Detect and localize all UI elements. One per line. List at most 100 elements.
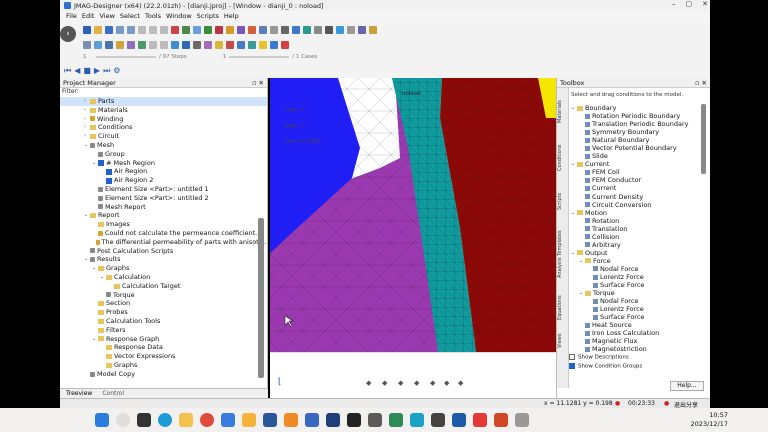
- tree-item[interactable]: ⌄ Response Graph: [60, 335, 267, 344]
- step-slider[interactable]: [96, 56, 156, 58]
- menu-edit[interactable]: Edit: [82, 12, 95, 20]
- view-back-icon[interactable]: ◆: [382, 379, 387, 387]
- toolbox-item[interactable]: Translation Periodic Boundary: [571, 120, 699, 128]
- view-bottom-icon[interactable]: ◆: [444, 379, 449, 387]
- collapse-side-button[interactable]: ‹: [60, 26, 76, 42]
- toolbox-item[interactable]: Lorentz Force: [571, 305, 699, 313]
- stop-icon[interactable]: ■: [83, 66, 91, 75]
- tree-item[interactable]: Filters: [60, 326, 267, 335]
- run-icon[interactable]: [204, 25, 212, 34]
- zoom-icon[interactable]: [325, 25, 333, 34]
- results-icon[interactable]: [226, 25, 234, 34]
- filter-field[interactable]: Filter:: [60, 88, 267, 97]
- toolbox-item[interactable]: Surface Force: [571, 313, 699, 321]
- system-clock[interactable]: 10:57 2023/12/17: [691, 411, 728, 429]
- youdao-icon[interactable]: [473, 413, 487, 427]
- edit-app-icon[interactable]: [347, 413, 361, 427]
- axis-icon[interactable]: [237, 40, 245, 49]
- search-icon[interactable]: [116, 413, 130, 427]
- pan-icon[interactable]: [314, 25, 322, 34]
- tree-item[interactable]: Model Copy: [60, 370, 267, 379]
- tree-item[interactable]: Element Size <Part>: untitled 2: [60, 194, 267, 203]
- tree-item[interactable]: The differential permeability of parts w…: [60, 238, 267, 247]
- panel-pin-icon[interactable]: ▫ ✕: [252, 79, 264, 87]
- menu-window[interactable]: Window: [166, 12, 192, 20]
- grid-icon[interactable]: [347, 25, 355, 34]
- undo-icon[interactable]: [116, 25, 124, 34]
- graph-icon[interactable]: [237, 25, 245, 34]
- toolbox-item[interactable]: Current: [571, 184, 699, 192]
- toolbox-item[interactable]: Lorentz Force: [571, 273, 699, 281]
- previous-step-icon[interactable]: ◀: [74, 66, 80, 75]
- tree-item[interactable]: Post Calculation Scripts: [60, 247, 267, 256]
- redo-icon[interactable]: [127, 25, 135, 34]
- capture-icon[interactable]: [248, 40, 256, 49]
- tree-item[interactable]: Calculation Target: [60, 282, 267, 291]
- tree-item[interactable]: ⌄ Calculation: [60, 273, 267, 282]
- tree-item[interactable]: Vector Expressions: [60, 352, 267, 361]
- stop-sign-icon[interactable]: [281, 40, 289, 49]
- toolbox-item[interactable]: Surface Force: [571, 281, 699, 289]
- toolbox-item[interactable]: ⌄ Torque: [571, 289, 699, 297]
- help-button[interactable]: Help...: [670, 381, 704, 391]
- new-icon[interactable]: [83, 25, 91, 34]
- project-tree-scrollbar[interactable]: [258, 218, 264, 378]
- probe-icon[interactable]: [270, 25, 278, 34]
- toolbox-item[interactable]: Rotation Periodic Boundary: [571, 112, 699, 120]
- save-icon[interactable]: [105, 25, 113, 34]
- step-input[interactable]: 1: [83, 54, 93, 60]
- tree-item[interactable]: Probes: [60, 308, 267, 317]
- mag-icon[interactable]: [452, 413, 466, 427]
- tree-item[interactable]: Group: [60, 150, 267, 159]
- side-tab-equations[interactable]: Equations: [557, 290, 569, 326]
- view-right-icon[interactable]: ◆: [414, 379, 419, 387]
- stop-icon[interactable]: [215, 25, 223, 34]
- store-icon[interactable]: [221, 413, 235, 427]
- menu-help[interactable]: Help: [224, 12, 239, 20]
- app-icon-gray[interactable]: [515, 413, 529, 427]
- view-left-icon[interactable]: ◆: [398, 379, 403, 387]
- menu-view[interactable]: View: [99, 12, 114, 20]
- toolbox-item[interactable]: Collision: [571, 233, 699, 241]
- measure-icon[interactable]: [171, 40, 179, 49]
- toolbox-item[interactable]: Nodal Force: [571, 265, 699, 273]
- toolbox-item[interactable]: Circuit Conversion: [571, 201, 699, 209]
- open-icon[interactable]: [94, 25, 102, 34]
- tree-item[interactable]: Air Region: [60, 167, 267, 176]
- menu-file[interactable]: File: [66, 12, 77, 20]
- shade-icon[interactable]: [204, 40, 212, 49]
- view-iso-icon[interactable]: ◆: [458, 379, 463, 387]
- close-button[interactable]: ✕: [702, 0, 708, 8]
- model-viewport[interactable]: noload Case: 1 Step: 1 Time: 0.0000: [270, 78, 556, 352]
- toolbox-item[interactable]: Magnetic Flux: [571, 337, 699, 345]
- toolbox-item[interactable]: ⌄ Motion: [571, 209, 699, 217]
- toolbox-item[interactable]: Nodal Force: [571, 297, 699, 305]
- maximize-button[interactable]: ▢: [686, 0, 693, 8]
- cut-icon[interactable]: [138, 25, 146, 34]
- vertex-icon[interactable]: [116, 40, 124, 49]
- pointer-icon[interactable]: [292, 25, 300, 34]
- settings-icon[interactable]: ⚙: [113, 66, 120, 75]
- tab-control[interactable]: Control: [102, 390, 124, 397]
- edge-icon[interactable]: [105, 40, 113, 49]
- toolbox-item[interactable]: Rotation: [571, 217, 699, 225]
- side-tab-conditions[interactable]: Conditions: [557, 136, 569, 180]
- element-icon[interactable]: [127, 40, 135, 49]
- task-view-icon[interactable]: [137, 413, 151, 427]
- side-tab-scripts[interactable]: Scripts: [557, 184, 569, 218]
- wire-icon[interactable]: [193, 40, 201, 49]
- toolbox-item[interactable]: ⌄ Output: [571, 249, 699, 257]
- contour-icon[interactable]: [248, 25, 256, 34]
- rotate-icon[interactable]: [303, 25, 311, 34]
- mesh-icon[interactable]: [193, 25, 201, 34]
- tree-item[interactable]: › Circuit: [60, 132, 267, 141]
- delete-icon[interactable]: [171, 25, 179, 34]
- tree-item[interactable]: Graphs: [60, 361, 267, 370]
- toolbox-item[interactable]: Slide: [571, 152, 699, 160]
- toolbox-close-icon[interactable]: ▫ ✕: [695, 79, 707, 87]
- toolbox-item[interactable]: FEM Coil: [571, 168, 699, 176]
- tree-item[interactable]: Section: [60, 299, 267, 308]
- tree-item[interactable]: ⌄ # Mesh Region: [60, 159, 267, 168]
- mail-icon[interactable]: [242, 413, 256, 427]
- study-icon[interactable]: [182, 25, 190, 34]
